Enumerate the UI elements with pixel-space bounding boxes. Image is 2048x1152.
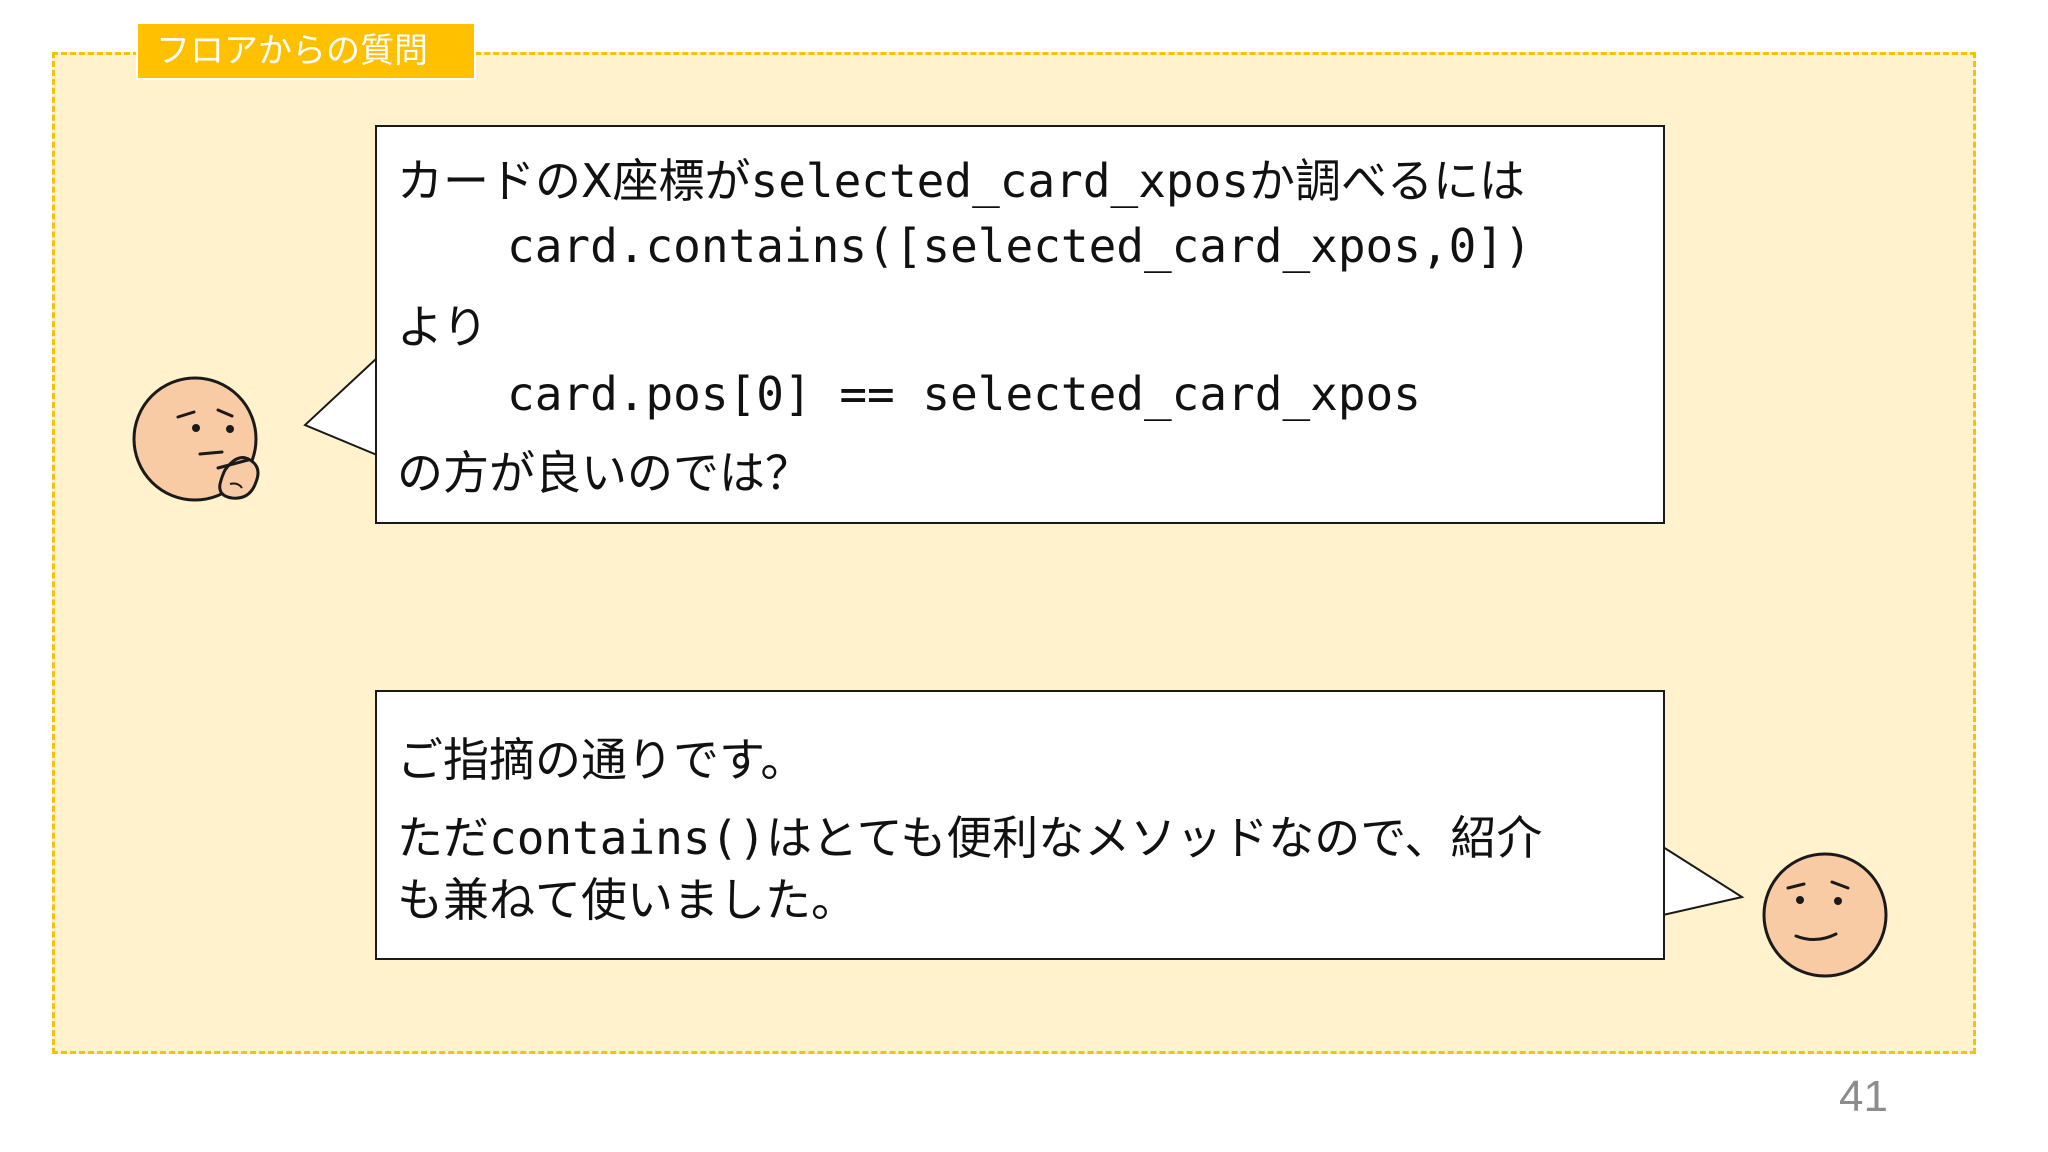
code-pos-compare: card.pos[0] == selected_card_xpos <box>507 367 1421 421</box>
answer-line-1: ご指摘の通りです。 <box>397 733 807 787</box>
answer-bubble-tail <box>1662 845 1745 917</box>
answer-text: はとても便利なメソッドなので、紹介 <box>765 811 1543 865</box>
page-number: 41 <box>1839 1072 1888 1121</box>
question-line-1: カードのX座標がselected_card_xposか調べるには <box>397 145 1525 211</box>
answer-line-2: ただcontains()はとても便利なメソッドなので、紹介 <box>397 802 1542 868</box>
answer-text: ただ <box>397 811 489 865</box>
question-bubble: カードのX座標がselected_card_xposか調べるには card.co… <box>375 125 1665 524</box>
inline-code: contains() <box>489 811 766 865</box>
question-line-3: より <box>397 300 489 354</box>
inline-code: selected_card_xpos <box>750 154 1250 208</box>
question-text: か調べるには <box>1249 154 1526 208</box>
thinking-face-icon <box>132 376 260 502</box>
question-line-5: の方が良いのでは？ <box>397 446 811 500</box>
answer-bubble: ご指摘の通りです。 ただcontains()はとても便利なメソッドなので、紹介 … <box>375 690 1665 960</box>
answer-line-3: も兼ねて使いました。 <box>397 873 857 927</box>
question-bubble-tail <box>303 355 378 457</box>
smiling-face-icon <box>1762 852 1888 978</box>
code-contains: card.contains([selected_card_xpos,0]) <box>507 219 1532 273</box>
question-text: カードのX座標が <box>397 154 751 208</box>
